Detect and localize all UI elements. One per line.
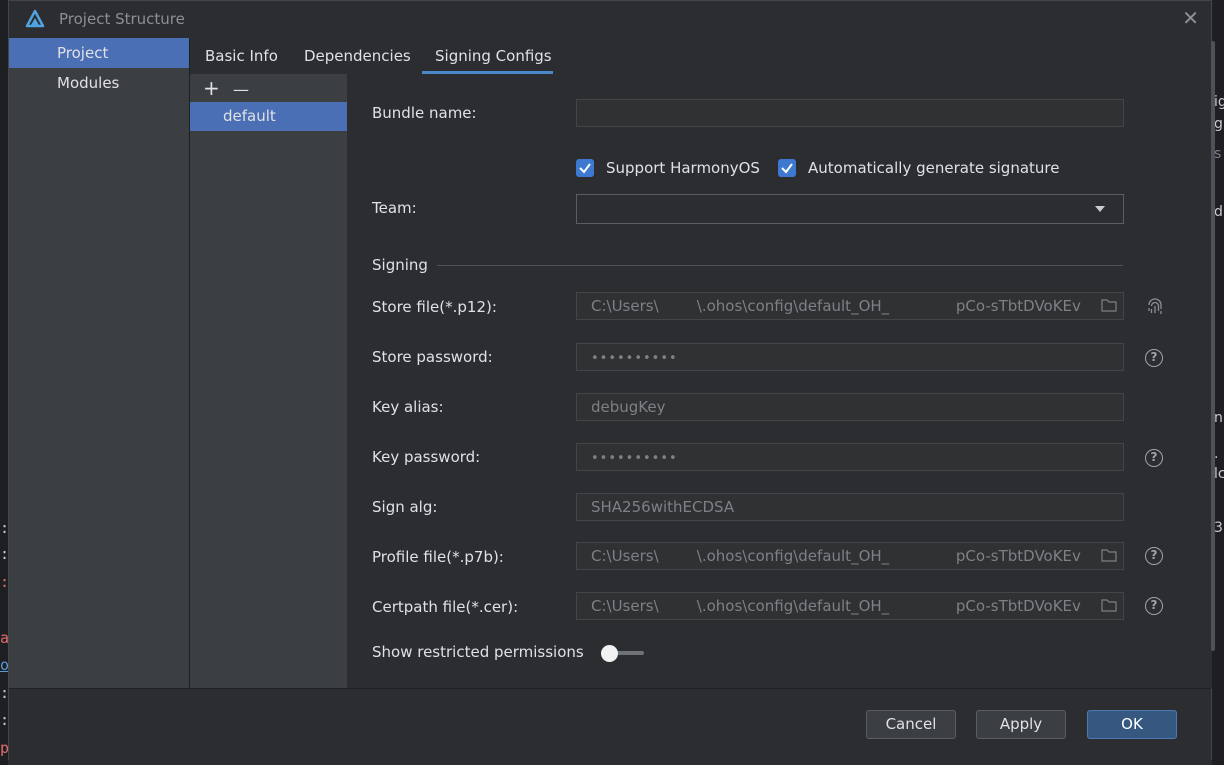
close-icon[interactable]: ✕ [1182, 7, 1199, 29]
store-file-value: C:\Users\ \.ohos\config\default_OH_ pCo-… [591, 297, 1081, 315]
key-password-label: Key password: [372, 448, 481, 466]
store-file-field[interactable]: C:\Users\ \.ohos\config\default_OH_ pCo-… [576, 292, 1124, 320]
background-glyph: : [0, 712, 8, 728]
bundle-name-field[interactable] [576, 99, 1124, 127]
sidebar-item-modules[interactable]: Modules [9, 68, 189, 98]
add-config-button[interactable]: + [203, 77, 220, 99]
tab-basic-info[interactable]: Basic Info [205, 47, 278, 65]
apply-button[interactable]: Apply [976, 710, 1066, 739]
signing-config-list: + — default [190, 74, 347, 688]
dialog-titlebar: Project Structure ✕ [9, 1, 1211, 38]
background-glyph: lc [1214, 466, 1224, 482]
cancel-button[interactable]: Cancel [866, 710, 956, 739]
profile-file-label: Profile file(*.p7b): [372, 548, 504, 566]
background-glyph: s [1214, 146, 1222, 162]
sign-alg-label: Sign alg: [372, 498, 438, 516]
key-alias-label: Key alias: [372, 398, 444, 416]
remove-config-button[interactable]: — [233, 79, 249, 101]
key-password-value: •••••••••• [591, 451, 678, 466]
key-alias-value: debugKey [591, 398, 666, 416]
store-password-label: Store password: [372, 348, 493, 366]
help-icon[interactable]: ? [1145, 449, 1163, 467]
signing-form: Bundle name: Support HarmonyOS Automatic… [347, 74, 1212, 688]
dropdown-arrow-icon [1095, 206, 1105, 212]
bundle-name-label: Bundle name: [372, 104, 477, 122]
sidebar-item-project[interactable]: Project [9, 38, 189, 68]
store-password-field[interactable]: •••••••••• [576, 343, 1124, 371]
scrollbar[interactable] [1211, 41, 1215, 651]
sign-alg-value: SHA256withECDSA [591, 498, 735, 516]
background-glyph: : [0, 685, 8, 701]
help-icon[interactable]: ? [1145, 547, 1163, 565]
auto-signature-label: Automatically generate signature [808, 159, 1060, 177]
folder-icon[interactable] [1101, 548, 1117, 562]
dialog-title: Project Structure [59, 10, 185, 28]
ok-button[interactable]: OK [1087, 710, 1177, 739]
background-glyph: 3 [1214, 520, 1223, 536]
toggle-knob[interactable] [601, 645, 618, 662]
tab-dependencies[interactable]: Dependencies [304, 47, 411, 65]
background-glyph: a [0, 630, 8, 646]
key-alias-field[interactable]: debugKey [576, 393, 1124, 421]
support-harmonyos-label: Support HarmonyOS [606, 159, 760, 177]
background-glyph: ig [1214, 94, 1224, 110]
help-icon[interactable]: ? [1145, 349, 1163, 367]
sidebar: Project Modules [9, 38, 189, 688]
background-glyph: ni [1214, 410, 1224, 426]
certpath-file-field[interactable]: C:\Users\ \.ohos\config\default_OH_ pCo-… [576, 592, 1124, 620]
support-harmonyos-checkbox[interactable] [576, 159, 594, 177]
config-item-default[interactable]: default [190, 102, 347, 131]
check-icon [579, 163, 591, 174]
background-glyph: d [1214, 204, 1223, 220]
sign-alg-field[interactable]: SHA256withECDSA [576, 493, 1124, 521]
certpath-file-value: C:\Users\ \.ohos\config\default_OH_ pCo-… [591, 597, 1081, 615]
background-glyph: . [1214, 446, 1219, 462]
config-toolbar: + — [190, 74, 347, 102]
team-select[interactable] [576, 194, 1124, 224]
tab-signing-configs[interactable]: Signing Configs [435, 47, 552, 65]
background-editor-left [0, 0, 8, 765]
background-glyph: o [0, 657, 8, 673]
check-icon [781, 163, 793, 174]
key-password-field[interactable]: •••••••••• [576, 443, 1124, 471]
project-structure-dialog: Project Structure ✕ Project Modules Basi… [8, 0, 1215, 761]
background-glyph: : [0, 520, 8, 536]
folder-icon[interactable] [1101, 598, 1117, 612]
dialog-footer: Cancel Apply OK [9, 688, 1211, 761]
folder-icon[interactable] [1101, 298, 1117, 312]
signing-section-label: Signing [372, 256, 428, 274]
background-glyph: : [0, 546, 8, 562]
store-password-value: •••••••••• [591, 351, 678, 366]
tab-bar: Basic Info Dependencies Signing Configs [190, 38, 1212, 74]
fingerprint-icon[interactable] [1145, 297, 1165, 319]
store-file-label: Store file(*.p12): [372, 298, 497, 316]
signing-section-divider [437, 265, 1123, 266]
background-glyph: p [0, 740, 8, 756]
certpath-file-label: Certpath file(*.cer): [372, 598, 519, 616]
help-icon[interactable]: ? [1145, 597, 1163, 615]
team-label: Team: [372, 199, 417, 217]
auto-signature-checkbox[interactable] [778, 159, 796, 177]
background-glyph: : [0, 574, 8, 590]
profile-file-value: C:\Users\ \.ohos\config\default_OH_ pCo-… [591, 547, 1081, 565]
background-glyph: g [1214, 116, 1223, 132]
restricted-permissions-label: Show restricted permissions [372, 643, 584, 661]
app-logo-icon [25, 9, 45, 28]
profile-file-field[interactable]: C:\Users\ \.ohos\config\default_OH_ pCo-… [576, 542, 1124, 570]
